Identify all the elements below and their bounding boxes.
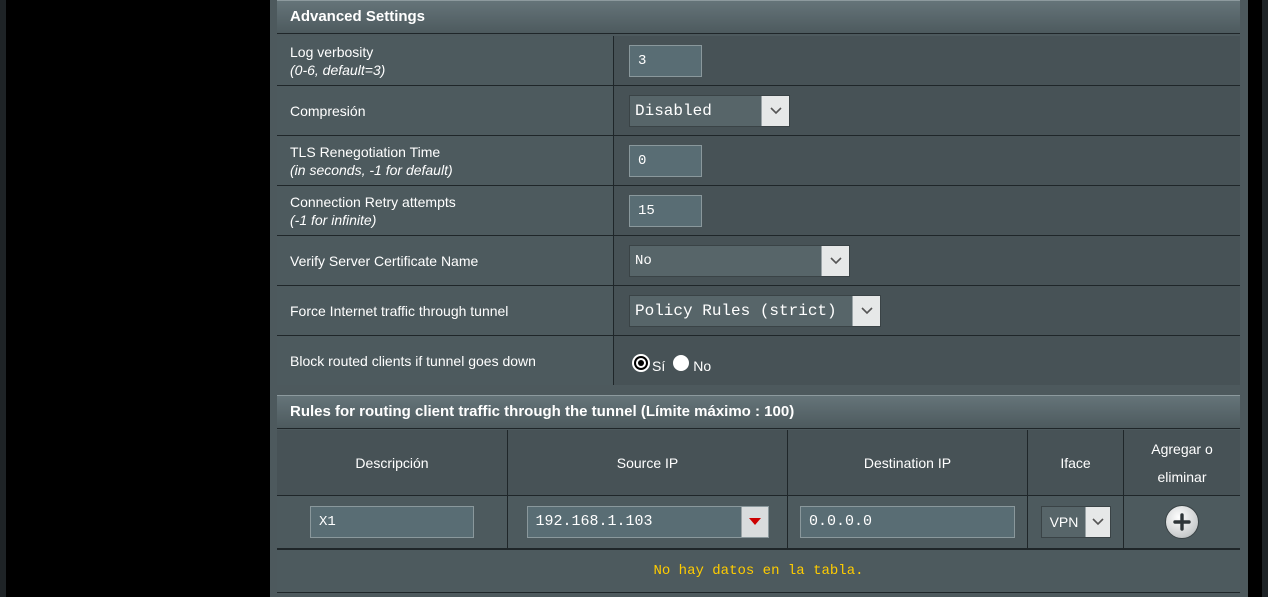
new-rule-destination-cell: 0.0.0.0 [788,496,1028,548]
force-traffic-select[interactable]: Policy Rules (strict) [629,294,881,327]
compression-row: Compresión Disabled [277,86,1240,136]
radio-yes[interactable] [634,355,648,370]
source-ip-value: 192.168.1.103 [535,513,653,530]
tls-renegotiation-row: TLS Renegotiation Time (in seconds, -1 f… [277,136,1240,186]
iface-selected: VPN [1049,514,1079,530]
connection-retry-input[interactable]: 15 [629,194,702,227]
log-verbosity-input[interactable]: 3 [629,44,702,77]
column-destination-ip: Destination IP [788,430,1028,495]
block-routed-row: Block routed clients if tunnel goes down… [277,336,1240,385]
chevron-down-icon [1084,507,1110,537]
force-traffic-row: Force Internet traffic through tunnel Po… [277,286,1240,336]
right-margin [1248,0,1268,597]
connection-retry-row: Connection Retry attempts (-1 for infini… [277,186,1240,236]
verify-cert-value-cell: No [614,236,1240,285]
verify-cert-selected: No [635,252,652,269]
log-verbosity-label-cell: Log verbosity (0-6, default=3) [277,36,614,85]
column-description-label: Descripción [355,454,429,471]
force-traffic-selected: Policy Rules (strict) [635,301,837,320]
tls-renegotiation-label: TLS Renegotiation Time [290,143,441,160]
empty-table-message-row: No hay datos en la tabla. [277,549,1240,593]
column-add-remove: Agregar o eliminar [1124,430,1240,495]
column-add-remove-line2: eliminar [1157,468,1207,485]
compression-value-cell: Disabled [614,86,1240,135]
verify-cert-label-cell: Verify Server Certificate Name [277,236,614,285]
verify-cert-row: Verify Server Certificate Name No [277,236,1240,286]
rules-title: Rules for routing client traffic through… [290,403,795,420]
compression-label-cell: Compresión [277,86,614,135]
empty-table-message: No hay datos en la tabla. [653,563,864,579]
rules-column-headers: Descripción Source IP Destination IP Ifa… [277,430,1240,496]
radio-no-label[interactable]: No [693,358,711,374]
connection-retry-label-cell: Connection Retry attempts (-1 for infini… [277,186,614,235]
iface-select[interactable]: VPN [1040,506,1111,538]
advanced-settings-title: Advanced Settings [290,8,426,25]
new-rule-source-cell: 192.168.1.103 [508,496,788,548]
compression-select[interactable]: Disabled [629,94,790,127]
column-iface-label: Iface [1060,454,1091,471]
force-traffic-label: Force Internet traffic through tunnel [290,302,509,319]
force-traffic-label-cell: Force Internet traffic through tunnel [277,286,614,335]
new-rule-add-cell [1124,496,1240,548]
column-add-remove-line1: Agregar o [1151,440,1213,457]
radio-no[interactable] [673,354,690,371]
column-description: Descripción [277,430,508,495]
connection-retry-hint: (-1 for infinite) [290,211,377,228]
tls-renegotiation-input[interactable]: 0 [629,144,702,177]
block-routed-value-cell: Sí No [614,336,1240,385]
advanced-settings-header: Advanced Settings [277,0,1240,34]
compression-label: Compresión [290,102,366,119]
block-routed-label: Block routed clients if tunnel goes down [290,352,536,369]
verify-cert-label: Verify Server Certificate Name [290,252,479,269]
log-verbosity-hint: (0-6, default=3) [290,61,386,78]
tls-renegotiation-value-cell: 0 [614,136,1240,185]
connection-retry-value-cell: 15 [614,186,1240,235]
left-margin [0,0,270,597]
right-edge [1262,0,1268,597]
column-source-ip: Source IP [508,430,788,495]
source-ip-input[interactable]: 192.168.1.103 [526,506,769,538]
new-rule-description-cell: X1 [277,496,508,548]
force-traffic-value-cell: Policy Rules (strict) [614,286,1240,335]
new-rule-iface-cell: VPN [1028,496,1124,548]
triangle-down-icon[interactable] [740,507,768,537]
radio-yes-label[interactable]: Sí [652,358,665,374]
chevron-down-icon [761,95,789,126]
destination-ip-input[interactable]: 0.0.0.0 [800,506,1015,538]
advanced-settings-table: Log verbosity (0-6, default=3) 3 Compres… [277,36,1240,385]
block-routed-label-cell: Block routed clients if tunnel goes down [277,336,614,385]
tls-renegotiation-label-cell: TLS Renegotiation Time (in seconds, -1 f… [277,136,614,185]
rules-table: Descripción Source IP Destination IP Ifa… [277,430,1240,549]
column-destination-ip-label: Destination IP [863,454,952,471]
plus-circle-icon[interactable] [1165,505,1199,539]
chevron-down-icon [852,295,880,326]
chevron-down-icon [821,245,849,276]
description-input[interactable]: X1 [310,506,474,538]
verify-cert-select[interactable]: No [629,244,850,277]
new-rule-row: X1 192.168.1.103 0.0.0.0 VPN [277,496,1240,549]
column-source-ip-label: Source IP [616,454,679,471]
log-verbosity-label: Log verbosity [290,43,374,60]
tls-renegotiation-hint: (in seconds, -1 for default) [290,161,453,178]
column-iface: Iface [1028,430,1124,495]
left-edge [0,0,6,597]
log-verbosity-value-cell: 3 [614,36,1240,85]
compression-selected: Disabled [635,101,712,120]
connection-retry-label: Connection Retry attempts [290,193,456,210]
rules-header: Rules for routing client traffic through… [277,395,1240,429]
block-routed-radio-group: Sí No [634,354,719,374]
log-verbosity-row: Log verbosity (0-6, default=3) 3 [277,36,1240,86]
